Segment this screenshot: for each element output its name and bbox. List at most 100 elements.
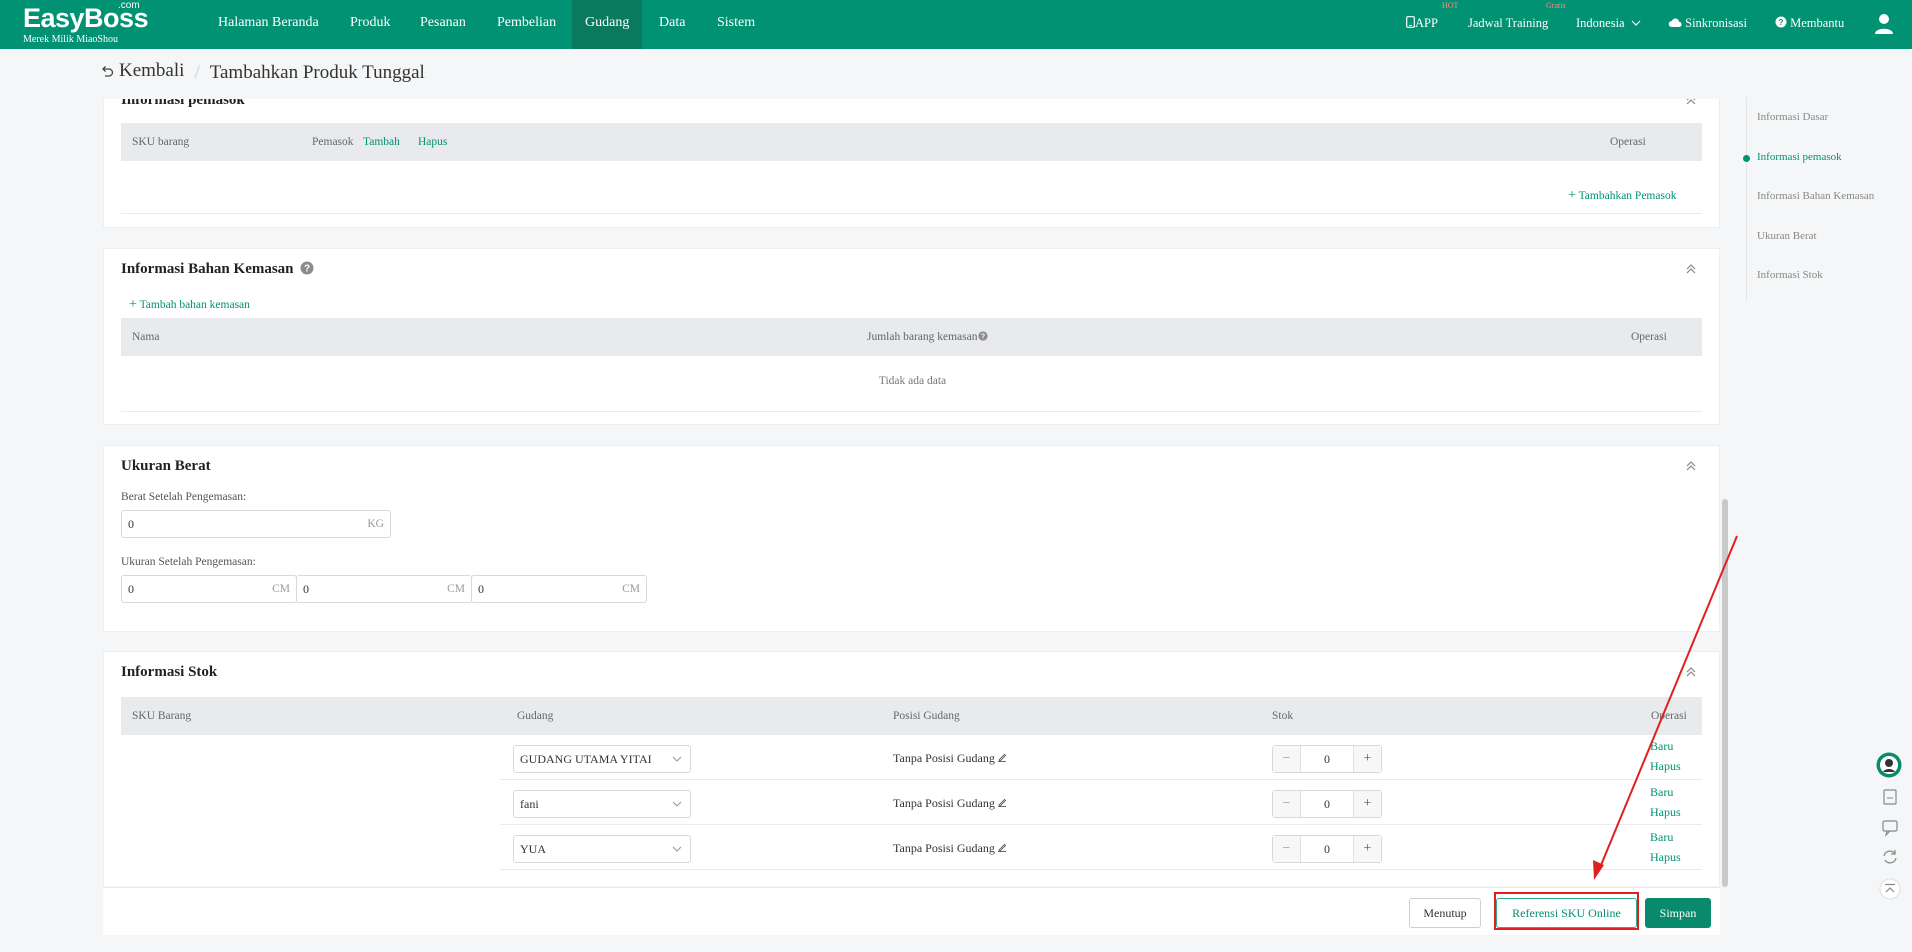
divider (121, 411, 1702, 412)
question-icon[interactable]: ? (977, 331, 988, 341)
warehouse-select[interactable]: fani (513, 790, 691, 818)
row-divider (500, 824, 1702, 825)
notebook-icon[interactable] (1879, 786, 1901, 808)
edit-icon[interactable] (997, 752, 1007, 762)
logo-com: .com (118, 0, 140, 11)
increment-button[interactable]: + (1353, 746, 1381, 772)
chevron-down-icon (672, 801, 682, 807)
sync-button[interactable]: Sinkronisasi (1668, 0, 1747, 49)
edit-icon[interactable] (997, 797, 1007, 807)
stock-stepper[interactable]: − 0 + (1272, 835, 1382, 863)
decrement-button[interactable]: − (1273, 746, 1301, 772)
remove-supplier-column-link[interactable]: Hapus (418, 123, 447, 161)
collapse-icon[interactable] (1685, 460, 1697, 472)
user-avatar-icon[interactable] (1874, 13, 1894, 35)
col-operation: Operasi (1610, 136, 1646, 148)
nav-item-data[interactable]: Data (646, 0, 698, 49)
width-value: 0 (303, 582, 309, 596)
plus-icon: + (129, 297, 137, 312)
position-value: Tanpa Posisi Gudang (893, 841, 995, 855)
page-title: Tambahkan Produk Tunggal (209, 62, 425, 83)
warehouse-select[interactable]: YUA (513, 835, 691, 863)
height-unit: CM (622, 583, 640, 595)
length-value: 0 (128, 582, 134, 596)
logo[interactable]: EasyBoss .com Merek Milik MiaoShou (23, 0, 149, 46)
edit-icon[interactable] (997, 842, 1007, 852)
back-link[interactable]: Kembali (100, 60, 184, 82)
empty-state: Tidak ada data (878, 375, 947, 387)
nav-item-purchase[interactable]: Pembelian (484, 0, 569, 49)
app-link[interactable]: APP HOT (1406, 0, 1458, 49)
nav-item-home[interactable]: Halaman Beranda (205, 0, 332, 49)
language-selector[interactable]: Indonesia (1576, 0, 1641, 49)
row-divider (500, 869, 1702, 870)
add-packaging-button[interactable]: + Tambah bahan kemasan (129, 297, 250, 313)
nav-item-warehouse[interactable]: Gudang (572, 0, 643, 49)
add-supplier-label: Tambahkan Pemasok (1578, 190, 1677, 202)
training-link[interactable]: Jadwal Training Gratis (1468, 0, 1566, 49)
sync-label: Sinkronisasi (1685, 16, 1747, 30)
anchor-basic-info[interactable]: Informasi Dasar (1757, 111, 1828, 123)
warehouse-position: Tanpa Posisi Gudang (893, 751, 1007, 766)
anchor-supplier-info[interactable]: Informasi pemasok (1757, 151, 1842, 163)
add-packaging-label: Tambah bahan kemasan (139, 299, 250, 311)
warehouse-select[interactable]: GUDANG UTAMA YITAI (513, 745, 691, 773)
packaging-table-header: Nama Jumlah barang kemasan? Operasi (121, 318, 1702, 356)
warehouse-value: GUDANG UTAMA YITAI (520, 752, 652, 766)
logo-tagline: Merek Milik MiaoShou (23, 34, 118, 45)
col-packaging-qty-label: Jumlah barang kemasan (867, 331, 978, 343)
supplier-section: Informasi pemasok SKU barang Pemasok Tam… (103, 99, 1720, 228)
back-to-top-icon[interactable] (1879, 878, 1901, 900)
anchor-weight-size[interactable]: Ukuran Berat (1757, 230, 1817, 242)
anchor-active-dot (1743, 155, 1750, 162)
warehouse-position: Tanpa Posisi Gudang (893, 841, 1007, 856)
position-value: Tanpa Posisi Gudang (893, 751, 995, 765)
refresh-icon[interactable] (1879, 846, 1901, 868)
question-icon[interactable]: ? (300, 261, 314, 275)
help-button[interactable]: ? Membantu (1775, 0, 1844, 49)
stock-value: 0 (1324, 752, 1330, 766)
customer-service-avatar-icon[interactable] (1876, 752, 1902, 778)
stock-stepper[interactable]: − 0 + (1272, 745, 1382, 773)
nav-item-orders[interactable]: Pesanan (407, 0, 479, 49)
add-supplier-button[interactable]: + Tambahkan Pemasok (1568, 188, 1676, 204)
weight-input[interactable]: 0 KG (121, 510, 391, 538)
weight-label: Berat Setelah Pengemasan: (121, 491, 247, 503)
weight-section: Ukuran Berat Berat Setelah Pengemasan: 0… (103, 445, 1720, 632)
increment-button[interactable]: + (1353, 836, 1381, 862)
stock-value: 0 (1324, 797, 1330, 811)
app-label: APP (1415, 16, 1438, 30)
height-input[interactable]: 0 CM (471, 575, 647, 603)
cloud-icon (1668, 18, 1682, 27)
warehouse-position: Tanpa Posisi Gudang (893, 796, 1007, 811)
position-value: Tanpa Posisi Gudang (893, 796, 995, 810)
col-position: Posisi Gudang (893, 710, 960, 722)
close-button[interactable]: Menutup (1409, 898, 1481, 928)
size-label: Ukuran Setelah Pengemasan: (121, 556, 256, 568)
nav-item-system[interactable]: Sistem (704, 0, 768, 49)
free-badge: Gratis (1546, 1, 1566, 10)
width-input[interactable]: 0 CM (296, 575, 472, 603)
stock-stepper[interactable]: − 0 + (1272, 790, 1382, 818)
stock-table-header: SKU Barang Gudang Posisi Gudang Stok Ope… (121, 697, 1702, 735)
length-input[interactable]: 0 CM (121, 575, 297, 603)
collapse-icon[interactable] (1685, 99, 1697, 106)
decrement-button[interactable]: − (1273, 791, 1301, 817)
anchor-packaging-info[interactable]: Informasi Bahan Kemasan (1757, 190, 1874, 202)
decrement-button[interactable]: − (1273, 836, 1301, 862)
add-supplier-column-link[interactable]: Tambah (363, 123, 400, 161)
anchor-stock-info[interactable]: Informasi Stok (1757, 269, 1823, 281)
chevron-down-icon (1631, 20, 1641, 26)
col-sku: SKU barang (132, 136, 190, 148)
form-content: Informasi pemasok SKU barang Pemasok Tam… (103, 99, 1720, 886)
supplier-table-header: SKU barang Pemasok Tambah | Hapus Operas… (121, 123, 1702, 161)
col-name: Nama (132, 331, 160, 343)
col-sku: SKU Barang (132, 710, 192, 722)
save-button[interactable]: Simpan (1645, 898, 1711, 928)
collapse-icon[interactable] (1685, 263, 1697, 275)
chat-icon[interactable] (1879, 816, 1901, 838)
nav-item-product[interactable]: Produk (337, 0, 403, 49)
svg-text:?: ? (1779, 18, 1784, 27)
breadcrumb-separator: / (194, 62, 200, 83)
increment-button[interactable]: + (1353, 791, 1381, 817)
